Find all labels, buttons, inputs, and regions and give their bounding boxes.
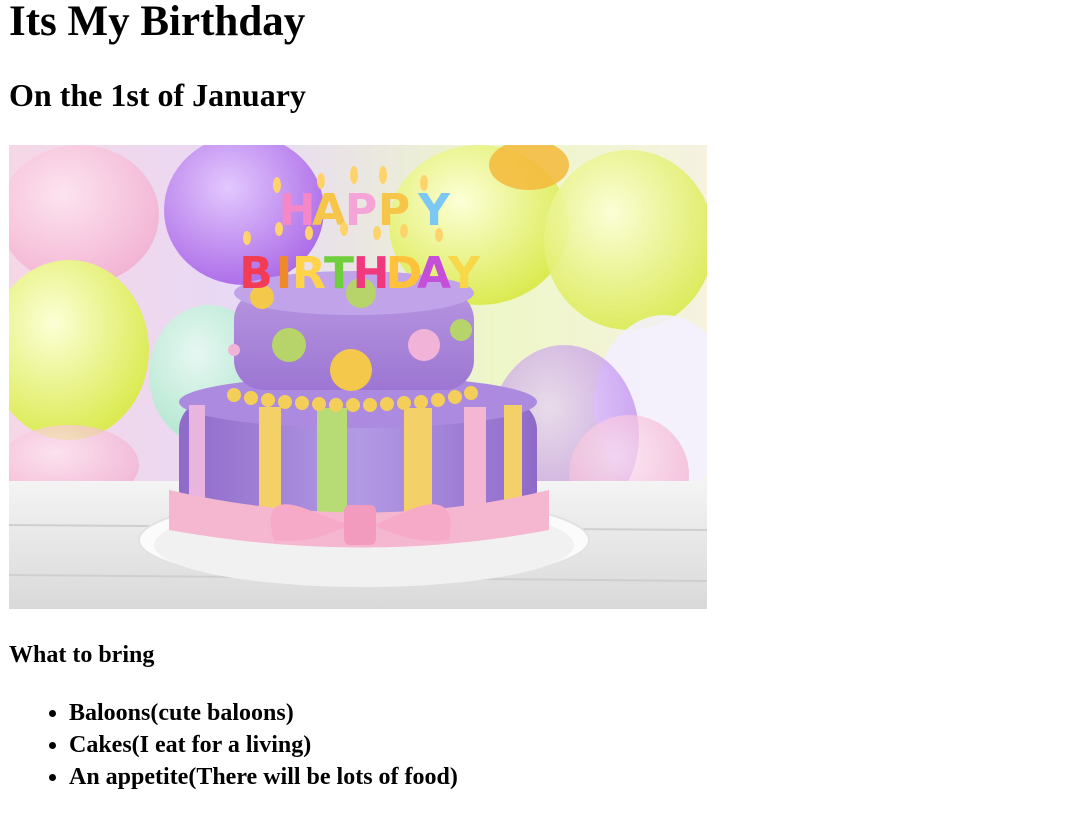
svg-text:H: H	[353, 248, 390, 299]
list-item: An appetite(There will be lots of food)	[69, 761, 1075, 793]
svg-text:P: P	[345, 185, 377, 236]
svg-text:B: B	[239, 248, 273, 299]
list-item: Baloons(cute baloons)	[69, 697, 1075, 729]
svg-text:I: I	[276, 248, 292, 299]
svg-text:Y: Y	[417, 185, 451, 236]
svg-text:Y: Y	[447, 248, 481, 299]
svg-text:T: T	[324, 248, 354, 299]
birthday-cake-image: H A P P Y B I R T H D A Y	[9, 145, 707, 609]
page-subtitle: On the 1st of January	[9, 77, 306, 113]
list-item: Cakes(I eat for a living)	[69, 729, 1075, 761]
svg-text:A: A	[417, 248, 451, 299]
list-title: What to bring	[9, 642, 155, 668]
page-title: Its My Birthday	[9, 0, 306, 45]
svg-text:R: R	[292, 248, 326, 299]
bring-list: Baloons(cute baloons) Cakes(I eat for a …	[9, 697, 1075, 793]
page: Its My Birthday On the 1st of January H …	[0, 0, 1084, 793]
